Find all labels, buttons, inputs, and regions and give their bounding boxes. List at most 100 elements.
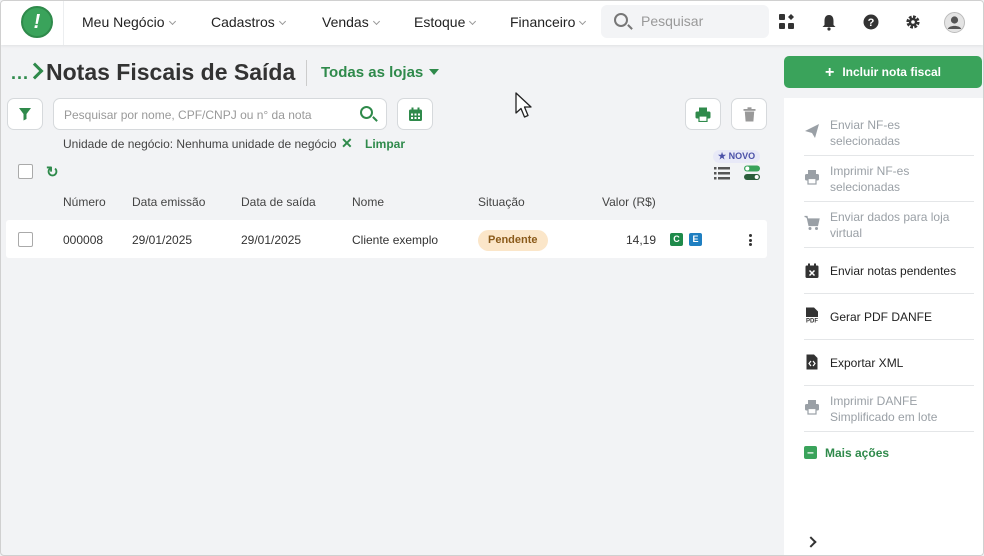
action-print-nfes[interactable]: Imprimir NF-es selecionadas [804,163,974,202]
status-badge: Pendente [478,230,548,251]
action-send-nfes[interactable]: Enviar NF-es selecionadas [804,117,974,156]
date-filter-button[interactable] [397,98,433,130]
column-header-data-saida[interactable]: Data de saída [241,195,316,209]
chevron-down-icon [469,17,477,26]
action-label: Enviar notas pendentes [830,264,957,278]
mouse-cursor-icon [515,92,532,118]
menu-estoque[interactable]: Estoque [414,1,477,45]
top-navigation: ! Meu Negócio Cadastros Vendas Estoque F… [1,1,983,45]
cart-icon [804,215,820,230]
column-header-nome[interactable]: Nome [352,195,384,209]
action-print-simplified-danfe[interactable]: Imprimir DANFE Simplificado em lote [804,393,974,432]
trash-icon [743,107,756,122]
new-badge: ★ NOVO [713,150,761,163]
pdf-icon: PDF [806,307,818,324]
notes-search-input[interactable] [64,105,344,125]
menu-meu-negocio[interactable]: Meu Negócio [82,1,176,45]
cell-data-emissao: 29/01/2025 [132,233,193,247]
toggle-view-icon[interactable] [744,165,760,181]
menu-vendas[interactable]: Vendas [322,1,380,45]
more-actions-label: Mais ações [825,446,890,460]
column-header-valor[interactable]: Valor (R$) [602,195,656,209]
include-invoice-button[interactable]: + Incluir nota fiscal [784,56,982,88]
refresh-icon[interactable]: ↻ [46,163,59,181]
action-label-line1: Imprimir DANFE [830,394,918,408]
row-menu-icon[interactable] [749,234,752,246]
action-generate-pdf-danfe[interactable]: PDF Gerar PDF DANFE [804,301,974,340]
action-export-xml[interactable]: Exportar XML [804,347,974,386]
printer-icon [805,170,819,185]
print-button[interactable] [685,98,721,130]
logo-divider [63,1,64,45]
menu-cadastros[interactable]: Cadastros [211,1,286,45]
action-send-virtual-store[interactable]: Enviar dados para loja virtual [804,209,974,248]
chevron-down-icon [579,17,587,26]
funnel-icon [19,108,31,121]
gear-icon[interactable] [904,13,922,31]
chevron-down-icon [278,17,286,26]
store-selector-label: Todas as lojas [321,64,424,81]
code-file-icon [806,354,818,370]
include-invoice-label: Incluir nota fiscal [842,65,942,79]
breadcrumb-chevron-icon [26,62,44,80]
send-icon [805,124,819,138]
column-header-numero[interactable]: Número [63,195,106,209]
clear-filters-link[interactable]: Limpar [365,137,405,151]
action-label-line1: Enviar dados para loja [830,210,950,224]
more-actions-toggle[interactable]: – Mais ações [804,446,889,460]
tag-e-badge: E [689,233,702,246]
global-search-input[interactable]: Pesquisar [601,5,769,38]
select-all-checkbox[interactable] [18,164,33,179]
help-icon[interactable]: ? [862,13,880,31]
filter-button[interactable] [7,98,43,130]
action-label-line2: Simplificado em lote [830,410,938,424]
printer-icon [695,107,711,122]
action-label-line2: virtual [830,226,863,240]
title-divider [306,60,307,86]
action-label: Gerar PDF DANFE [830,310,933,324]
calendar-icon [409,107,422,121]
svg-text:PDF: PDF [806,319,818,324]
app-window: ! Meu Negócio Cadastros Vendas Estoque F… [0,0,984,556]
cell-nome: Cliente exemplo [352,233,439,247]
active-filter-label: Unidade de negócio: Nenhuma unidade de n… [63,137,337,151]
action-label-line2: selecionadas [830,180,901,194]
breadcrumb-ellipsis[interactable]: ... [11,63,29,84]
chevron-down-icon [372,17,380,26]
menu-label: Financeiro [510,14,576,30]
app-logo[interactable]: ! [21,6,53,38]
page-title: Notas Fiscais de Saída [46,59,296,85]
caret-down-icon [429,69,440,75]
row-checkbox[interactable] [18,232,33,247]
collapse-icon: – [804,446,817,460]
menu-financeiro[interactable]: Financeiro [510,1,587,45]
tag-c-badge: C [670,233,683,246]
column-header-situacao[interactable]: Situação [478,195,525,209]
search-icon [614,13,628,27]
search-icon[interactable] [360,106,373,119]
svg-text:?: ? [868,17,875,29]
avatar-icon[interactable] [944,12,965,33]
apps-grid-icon[interactable] [778,13,796,31]
cell-numero: 000008 [63,233,104,247]
plus-icon: + [824,64,835,81]
printer-icon [805,400,819,415]
menu-label: Cadastros [211,14,275,30]
list-view-icon[interactable] [714,167,730,180]
menu-label: Estoque [414,14,466,30]
search-placeholder: Pesquisar [641,13,704,29]
action-label-line2: selecionadas [830,134,901,148]
cell-data-saida: 29/01/2025 [241,233,302,247]
column-header-data-emissao[interactable]: Data emissão [132,195,205,209]
remove-filter-icon[interactable]: ✕ [341,135,353,152]
menu-label: Meu Negócio [82,14,165,30]
store-selector[interactable]: Todas as lojas [321,64,440,81]
notes-search-field[interactable] [53,98,387,130]
action-label-line1: Enviar NF-es [830,118,901,132]
bell-icon[interactable] [820,13,838,31]
chevron-down-icon [168,17,176,26]
cell-valor: 14,19 [626,233,657,247]
action-label: Exportar XML [830,356,904,370]
delete-button[interactable] [731,98,767,130]
action-send-pending[interactable]: Enviar notas pendentes [804,255,974,294]
